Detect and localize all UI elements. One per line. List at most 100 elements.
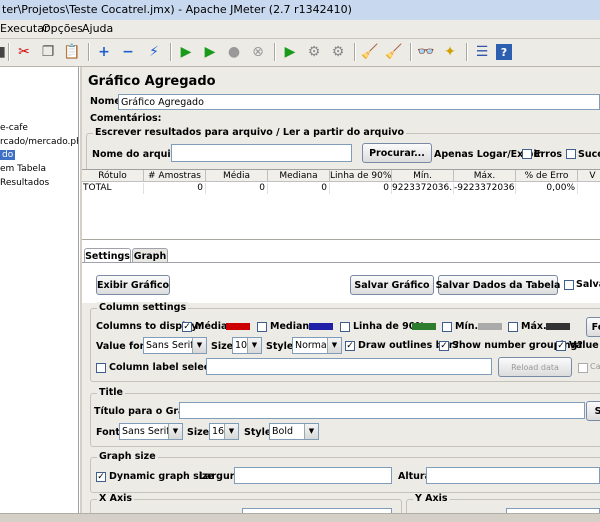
min-label: Mín. [455,321,479,332]
number-grouping-checkbox[interactable]: ✓ [439,341,449,351]
clear-all-icon[interactable]: 🧹 [384,42,404,62]
y-axis-label: Y Axis [413,493,450,504]
remote-stop-icon[interactable]: ⚙ [304,42,324,62]
start-icon[interactable]: ▶ [176,42,196,62]
table-cell: 0 [206,183,268,194]
chevron-down-icon: ▼ [192,338,206,353]
value-style-value: Normal [295,340,330,351]
media-color-swatch[interactable] [226,323,250,330]
copy-icon[interactable]: ❐ [38,42,58,62]
save-table-button[interactable]: Salvar Dados da Tabela [436,275,560,295]
max-label: Máx. [521,321,547,332]
media-label: Média [195,321,228,332]
browse-button[interactable]: Procurar... [362,143,432,163]
cut-icon[interactable]: ✂ [14,42,34,62]
max-checkbox[interactable] [508,322,518,332]
display-graph-button[interactable]: Exibir Gráfico [96,275,170,295]
title-font-select[interactable]: Sans Serif ▼ [119,423,183,440]
title-size-select[interactable]: 16 ▼ [209,423,239,440]
reload-data-button[interactable]: Reload data [498,357,572,377]
new-icon[interactable]: ▮ [0,42,12,62]
title-style-select[interactable]: Bold ▼ [269,423,319,440]
graph-size-label: Graph size [97,451,158,462]
start-no-pause-icon[interactable]: ▶ [200,42,220,62]
tab-graph[interactable]: Graph [132,248,168,263]
column-header[interactable]: # Amostras [144,170,206,182]
height-input[interactable] [426,467,600,484]
menu-ajuda[interactable]: Ajuda [82,22,113,35]
mediana-checkbox[interactable] [257,322,267,332]
tree-item[interactable]: Resultados [0,178,49,188]
column-header[interactable]: Mín. [392,170,454,182]
menu-bar: Executar Opções Ajuda [0,20,600,39]
menu-opcoes[interactable]: Opções [42,22,83,35]
filename-input[interactable] [171,144,352,162]
min-color-swatch[interactable] [478,323,502,330]
value-size-select[interactable]: 10 ▼ [232,337,262,354]
main-panel: Gráfico Agregado Nome: Gráfico Agregado … [82,67,600,521]
foreground-button[interactable]: Fo [586,317,600,337]
column-header[interactable]: V [578,170,600,182]
panel-title: Gráfico Agregado [88,74,216,89]
clear-icon[interactable]: 🧹 [360,42,380,62]
dynamic-size-checkbox[interactable]: ✓ [96,472,106,482]
file-group-label: Escrever resultados para arquivo / Ler a… [93,127,407,138]
value-size-value: 10 [235,340,248,351]
column-label-selection-checkbox[interactable] [96,363,106,373]
column-header[interactable]: Rótulo [82,170,144,182]
save-graph-button[interactable]: Salvar Gráfico [350,275,434,295]
media-checkbox[interactable]: ✓ [182,322,192,332]
table-cell: 0 [144,183,206,194]
title-size-value: 16 [212,426,225,437]
tab-settings[interactable]: Settings [84,248,131,263]
paste-icon[interactable]: 📋 [62,42,82,62]
value-label-checkbox[interactable]: ✓ [556,341,566,351]
success-checkbox[interactable] [566,149,576,159]
search-icon[interactable]: 👓 [416,42,436,62]
column-header[interactable]: Mediana [268,170,330,182]
value-label-label: Value la [569,340,600,351]
case-sensitive-label: Case s [590,362,600,371]
filename-label: Nome do arquivo [92,149,184,160]
column-header[interactable]: % de Erro [516,170,578,182]
x-axis-label: X Axis [97,493,135,504]
column-header[interactable]: Máx. [454,170,516,182]
mediana-color-swatch[interactable] [309,323,333,330]
shutdown-icon[interactable]: ⊗ [248,42,268,62]
tree-item[interactable]: e-cafe [0,123,28,133]
function-helper-icon[interactable]: ☰ [472,42,492,62]
graph-title-input[interactable] [179,402,585,419]
add-icon[interactable]: + [94,42,114,62]
save-checkbox[interactable] [564,280,574,290]
stop-icon[interactable]: ● [224,42,244,62]
remove-icon[interactable]: − [118,42,138,62]
case-sensitive-checkbox[interactable] [578,363,588,373]
tree-item-selected[interactable]: do [0,150,16,160]
min-checkbox[interactable] [442,322,452,332]
errors-checkbox[interactable] [522,149,532,159]
toolbar: ▮ ✂ ❐ 📋 + − ⚡ ▶ ▶ ● ⊗ ▶ ⚙ ⚙ 🧹 🧹 👓 ✦ ☰ ? [0,39,600,67]
value-font-select[interactable]: Sans Serif ▼ [143,337,207,354]
table-cell: 0,00% [516,183,578,194]
reset-search-icon[interactable]: ✦ [440,42,460,62]
draw-outlines-checkbox[interactable]: ✓ [345,341,355,351]
max-color-swatch[interactable] [546,323,570,330]
width-input[interactable] [234,467,392,484]
toggle-icon[interactable]: ⚡ [144,42,164,62]
column-header[interactable]: Linha de 90% [330,170,392,182]
line90-checkbox[interactable] [340,322,350,332]
line90-color-swatch[interactable] [412,323,436,330]
column-label-selection-input[interactable] [206,358,492,375]
value-style-select[interactable]: Normal ▼ [292,337,342,354]
horizontal-splitter[interactable] [82,239,600,244]
tree-item[interactable]: em Tabela [0,164,46,174]
tree-item[interactable]: rcado/mercado.php [0,137,78,147]
name-field[interactable]: Gráfico Agregado [118,94,600,110]
remote-start-icon[interactable]: ▶ [280,42,300,62]
table-cell: -9223372036... [454,183,516,194]
title-side-button[interactable]: S [586,401,600,421]
chevron-down-icon: ▼ [224,424,238,439]
remote-exit-icon[interactable]: ⚙ [328,42,348,62]
help-icon[interactable]: ? [496,44,512,60]
column-header[interactable]: Média [206,170,268,182]
